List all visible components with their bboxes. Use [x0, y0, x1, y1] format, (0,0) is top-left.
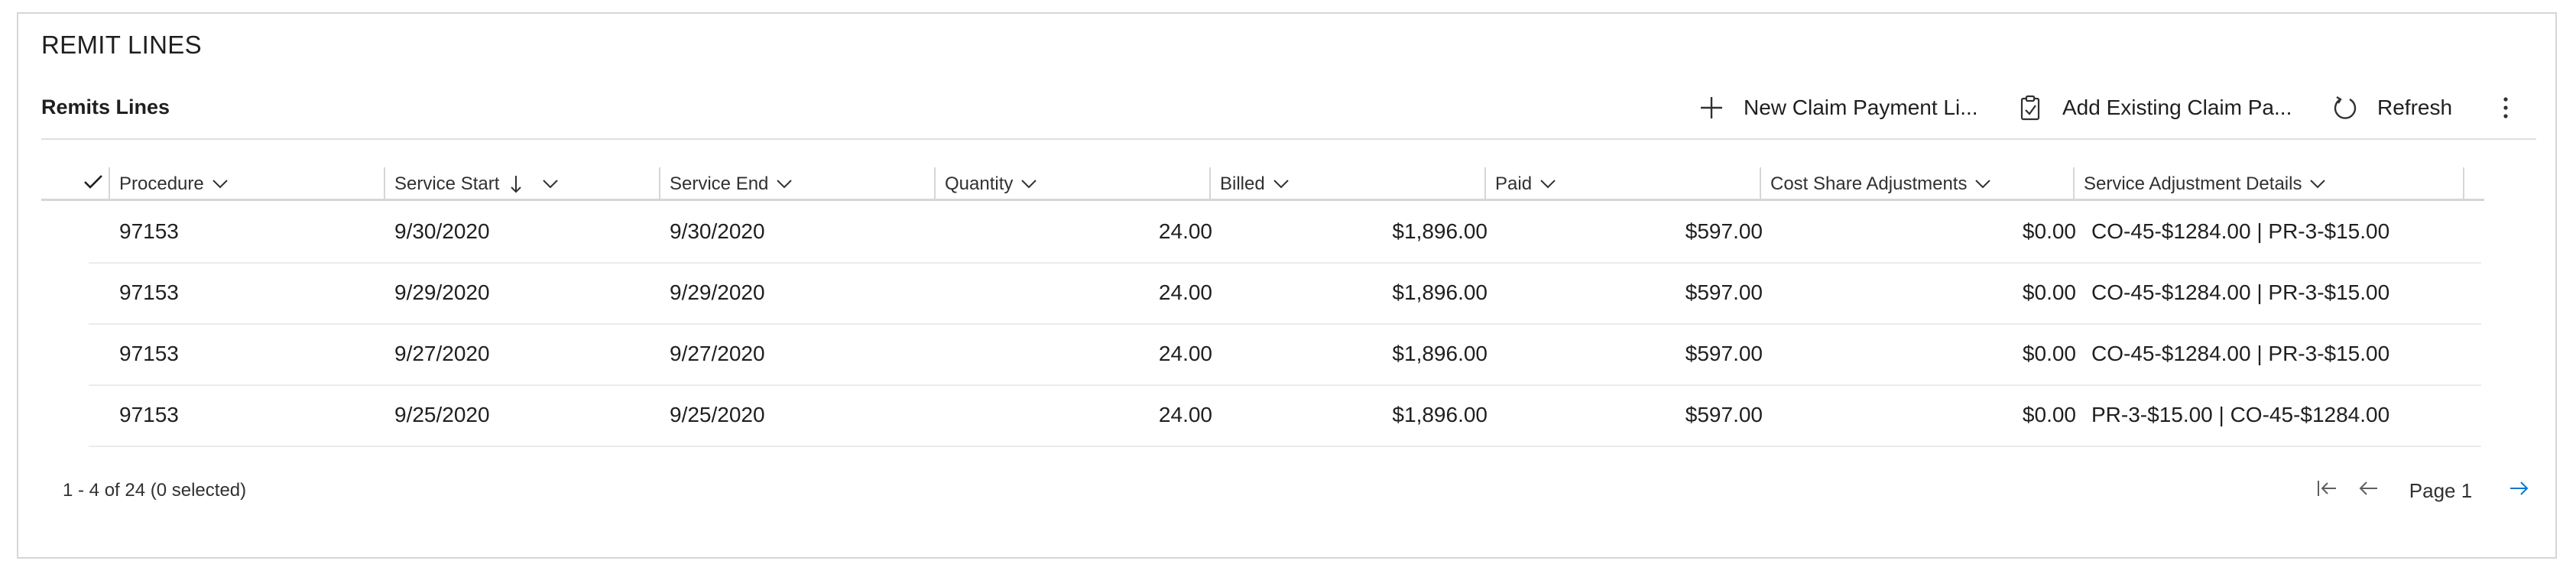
grid-title: Remits Lines — [41, 96, 170, 118]
chevron-down-icon — [2309, 179, 2326, 190]
chevron-down-icon — [212, 179, 229, 190]
next-page-button[interactable] — [2506, 472, 2533, 509]
cell-procedure: 97153 — [119, 403, 179, 426]
cell-service-adjustment-details: CO-45-$1284.00 | PR-3-$15.00 — [2091, 280, 2390, 304]
cell-paid: $597.00 — [1685, 219, 1763, 243]
checkmark-icon — [83, 173, 103, 196]
cell-cost-share-adjustments: $0.00 — [2022, 403, 2076, 426]
cell-service-end: 9/27/2020 — [670, 342, 765, 365]
chevron-down-icon — [1273, 179, 1290, 190]
table-row[interactable]: 97153 9/29/2020 9/29/2020 24.00 $1,896.0… — [89, 262, 2481, 325]
column-separator — [1209, 167, 1211, 199]
cell-service-end: 9/30/2020 — [670, 219, 765, 243]
table-row[interactable]: 97153 9/30/2020 9/30/2020 24.00 $1,896.0… — [89, 201, 2481, 264]
first-page-button[interactable] — [2313, 472, 2341, 509]
cell-cost-share-adjustments: $0.00 — [2022, 342, 2076, 365]
cell-quantity: 24.00 — [1158, 219, 1212, 243]
column-separator — [109, 167, 110, 199]
cell-service-end: 9/29/2020 — [670, 280, 765, 304]
chevron-down-icon — [1020, 179, 1037, 190]
sort-descending-icon — [510, 174, 522, 194]
cell-paid: $597.00 — [1685, 403, 1763, 426]
cell-service-adjustment-details: CO-45-$1284.00 | PR-3-$15.00 — [2091, 219, 2390, 243]
refresh-label: Refresh — [2377, 96, 2453, 119]
cell-service-adjustment-details: CO-45-$1284.00 | PR-3-$15.00 — [2091, 342, 2390, 365]
pagination: Page 1 — [2313, 472, 2535, 509]
column-separator — [384, 167, 385, 199]
column-separator — [659, 167, 660, 199]
cell-service-start: 9/30/2020 — [394, 219, 490, 243]
first-page-icon — [2316, 478, 2338, 504]
cell-cost-share-adjustments: $0.00 — [2022, 280, 2076, 304]
refresh-button[interactable]: Refresh — [2330, 89, 2452, 127]
column-separator — [1760, 167, 1761, 199]
page-indicator: Page 1 — [2409, 478, 2473, 502]
cell-paid: $597.00 — [1685, 280, 1763, 304]
column-label-service-adjustment-details: Service Adjustment Details — [2084, 173, 2302, 194]
record-count: 1 - 4 of 24 (0 selected) — [63, 480, 247, 501]
cell-procedure: 97153 — [119, 342, 179, 365]
remit-lines-section: REMIT LINES Remits Lines New Claim Payme… — [17, 12, 2557, 559]
column-label-billed: Billed — [1220, 173, 1265, 194]
previous-page-button[interactable] — [2354, 472, 2382, 509]
chevron-down-icon — [776, 179, 793, 190]
column-label-service-start: Service Start — [394, 173, 500, 194]
cell-service-start: 9/25/2020 — [394, 403, 490, 426]
clipboard-icon — [2015, 92, 2046, 123]
column-label-paid: Paid — [1495, 173, 1533, 194]
cell-quantity: 24.00 — [1158, 280, 1212, 304]
arrow-right-icon — [2509, 478, 2530, 504]
cell-procedure: 97153 — [119, 280, 179, 304]
column-label-procedure: Procedure — [119, 173, 204, 194]
cell-service-start: 9/27/2020 — [394, 342, 490, 365]
cell-billed: $1,896.00 — [1392, 403, 1488, 426]
column-separator — [934, 167, 936, 199]
column-label-service-end: Service End — [670, 173, 769, 194]
cell-paid: $597.00 — [1685, 342, 1763, 365]
arrow-left-icon — [2357, 478, 2379, 504]
cell-cost-share-adjustments: $0.00 — [2022, 219, 2076, 243]
table-row[interactable]: 97153 9/27/2020 9/27/2020 24.00 $1,896.0… — [89, 323, 2481, 386]
table-row[interactable]: 97153 9/25/2020 9/25/2020 24.00 $1,896.0… — [89, 384, 2481, 447]
more-vertical-icon — [2502, 95, 2509, 121]
cell-service-end: 9/25/2020 — [670, 403, 765, 426]
cell-service-adjustment-details: PR-3-$15.00 | CO-45-$1284.00 — [2091, 403, 2390, 426]
cell-quantity: 24.00 — [1158, 342, 1212, 365]
column-label-cost-share-adjustments: Cost Share Adjustments — [1770, 173, 1968, 194]
new-claim-payment-line-label: New Claim Payment Li... — [1744, 96, 1978, 119]
cell-billed: $1,896.00 — [1392, 342, 1488, 365]
new-claim-payment-line-button[interactable]: New Claim Payment Li... — [1696, 89, 1978, 127]
cell-billed: $1,896.00 — [1392, 280, 1488, 304]
toolbar-divider — [41, 138, 2536, 140]
section-title: REMIT LINES — [41, 31, 202, 59]
more-commands-button[interactable] — [2490, 89, 2521, 127]
plus-icon — [1696, 92, 1727, 123]
column-separator — [2463, 167, 2464, 199]
add-existing-claim-payment-button[interactable]: Add Existing Claim Pa... — [2015, 89, 2292, 127]
cell-procedure: 97153 — [119, 219, 179, 243]
chevron-down-icon — [542, 179, 559, 190]
cell-billed: $1,896.00 — [1392, 219, 1488, 243]
chevron-down-icon — [1974, 179, 1991, 190]
chevron-down-icon — [1539, 179, 1556, 190]
add-existing-claim-payment-label: Add Existing Claim Pa... — [2062, 96, 2292, 119]
column-separator — [2073, 167, 2075, 199]
cell-quantity: 24.00 — [1158, 403, 1212, 426]
column-label-quantity: Quantity — [945, 173, 1014, 194]
cell-service-start: 9/29/2020 — [394, 280, 490, 304]
refresh-icon — [2330, 92, 2360, 123]
column-separator — [1484, 167, 1486, 199]
